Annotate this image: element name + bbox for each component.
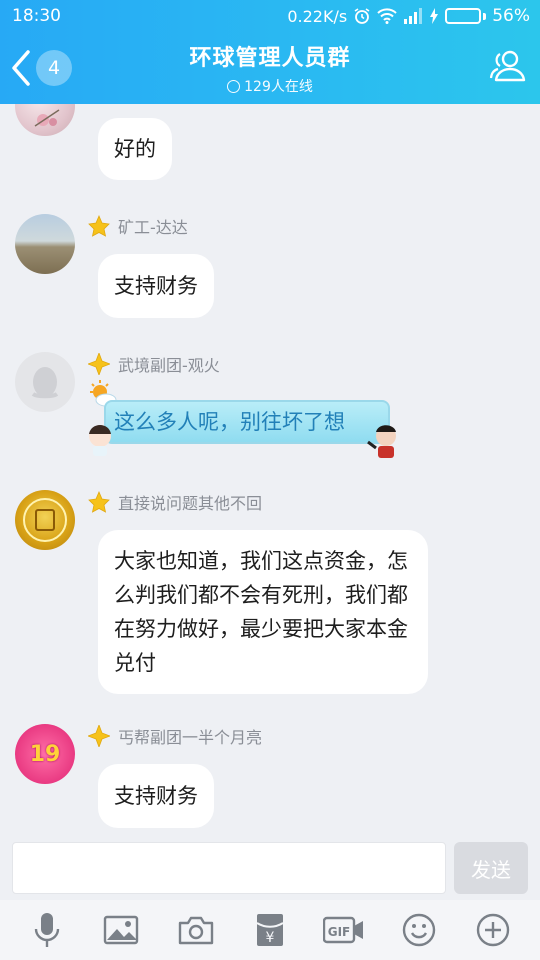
microphone-icon[interactable]: [26, 909, 68, 951]
title-area[interactable]: 环球管理人员群 129人在线: [120, 40, 420, 96]
sparkle-badge-icon: [88, 353, 110, 375]
themed-message-text: 这么多人呢，别往坏了想: [104, 400, 390, 444]
gif-icon[interactable]: GIF: [323, 909, 365, 951]
charging-icon: [429, 8, 439, 24]
message-bubble[interactable]: 支持财务: [98, 764, 214, 828]
battery-icon: [445, 8, 487, 24]
top-bar: 18:30 0.22K/s 56% 4 环球管理人员群 129人在线: [0, 0, 540, 104]
camera-icon[interactable]: [175, 909, 217, 951]
back-button[interactable]: 4: [8, 44, 78, 92]
plus-icon[interactable]: [472, 909, 514, 951]
image-icon[interactable]: [100, 909, 142, 951]
avatar-number: 19: [29, 741, 61, 767]
online-count: 129人在线: [244, 79, 313, 95]
gold-coin-icon: [23, 498, 67, 542]
avatar[interactable]: [15, 214, 75, 274]
sender-name-text: 丐帮副团一半个月亮: [118, 728, 263, 747]
sender-name-text: 矿工-达达: [118, 218, 188, 237]
flower-icon: [34, 109, 60, 127]
star-badge-icon: [88, 491, 110, 513]
wifi-icon: [377, 8, 397, 24]
sender-name: 武境副团-观火: [88, 352, 220, 376]
chat-header: 4 环球管理人员群 129人在线: [0, 32, 540, 104]
status-time: 18:30: [12, 6, 61, 26]
message-bubble[interactable]: 支持财务: [98, 254, 214, 318]
status-bar: 18:30 0.22K/s 56%: [0, 0, 540, 32]
sender-name: 矿工-达达: [88, 214, 188, 238]
unread-count-badge: 4: [36, 50, 72, 86]
people-icon: [489, 50, 526, 82]
star-badge-icon: [88, 215, 110, 237]
message-bubble[interactable]: 好的: [98, 118, 172, 180]
network-speed: 0.22K/s: [287, 6, 348, 26]
girl-sticker-icon: [89, 425, 111, 456]
status-right: 0.22K/s 56%: [287, 6, 530, 26]
sender-name-text: 武境副团-观火: [118, 356, 220, 375]
message-bubble[interactable]: 大家也知道，我们这点资金，怎么判我们都不会有死刑，我们都在努力做好，最少要把大家…: [98, 530, 428, 694]
sender-name-text: 直接说问题其他不回: [118, 494, 263, 513]
signal-icon: [403, 8, 423, 24]
svg-text:GIF: GIF: [328, 925, 351, 939]
svg-text:¥: ¥: [266, 930, 275, 946]
chat-area[interactable]: 好的 矿工-达达 支持财务 武境副团-观火 这么多人呢，别往坏了想 直接说问题其…: [0, 104, 540, 836]
alarm-icon: [353, 7, 371, 25]
sender-name: 丐帮副团一半个月亮: [88, 724, 262, 748]
message-input[interactable]: [12, 842, 446, 894]
online-status: 129人在线: [120, 76, 420, 96]
themed-message-bubble[interactable]: 这么多人呢，别往坏了想: [89, 380, 396, 458]
sender-name: 直接说问题其他不回: [88, 490, 262, 514]
avatar[interactable]: 19: [15, 724, 75, 784]
chevron-circle-icon: [227, 79, 241, 93]
avatar[interactable]: [15, 490, 75, 550]
send-button[interactable]: 发送: [454, 842, 528, 894]
group-title: 环球管理人员群: [189, 46, 351, 71]
emoji-icon[interactable]: [398, 909, 440, 951]
group-members-button[interactable]: [488, 46, 528, 86]
composer-bar: 发送: [0, 836, 540, 900]
boy-sticker-icon: [367, 425, 396, 458]
composer-toolbar: ¥ GIF: [0, 900, 540, 960]
red-packet-icon[interactable]: ¥: [249, 909, 291, 951]
avatar[interactable]: [15, 352, 75, 412]
chevron-left-icon: [12, 50, 30, 86]
battery-percent: 56%: [492, 6, 530, 26]
avatar[interactable]: [15, 104, 75, 136]
sparkle-badge-icon: [88, 725, 110, 747]
default-penguin-icon: [31, 367, 59, 399]
